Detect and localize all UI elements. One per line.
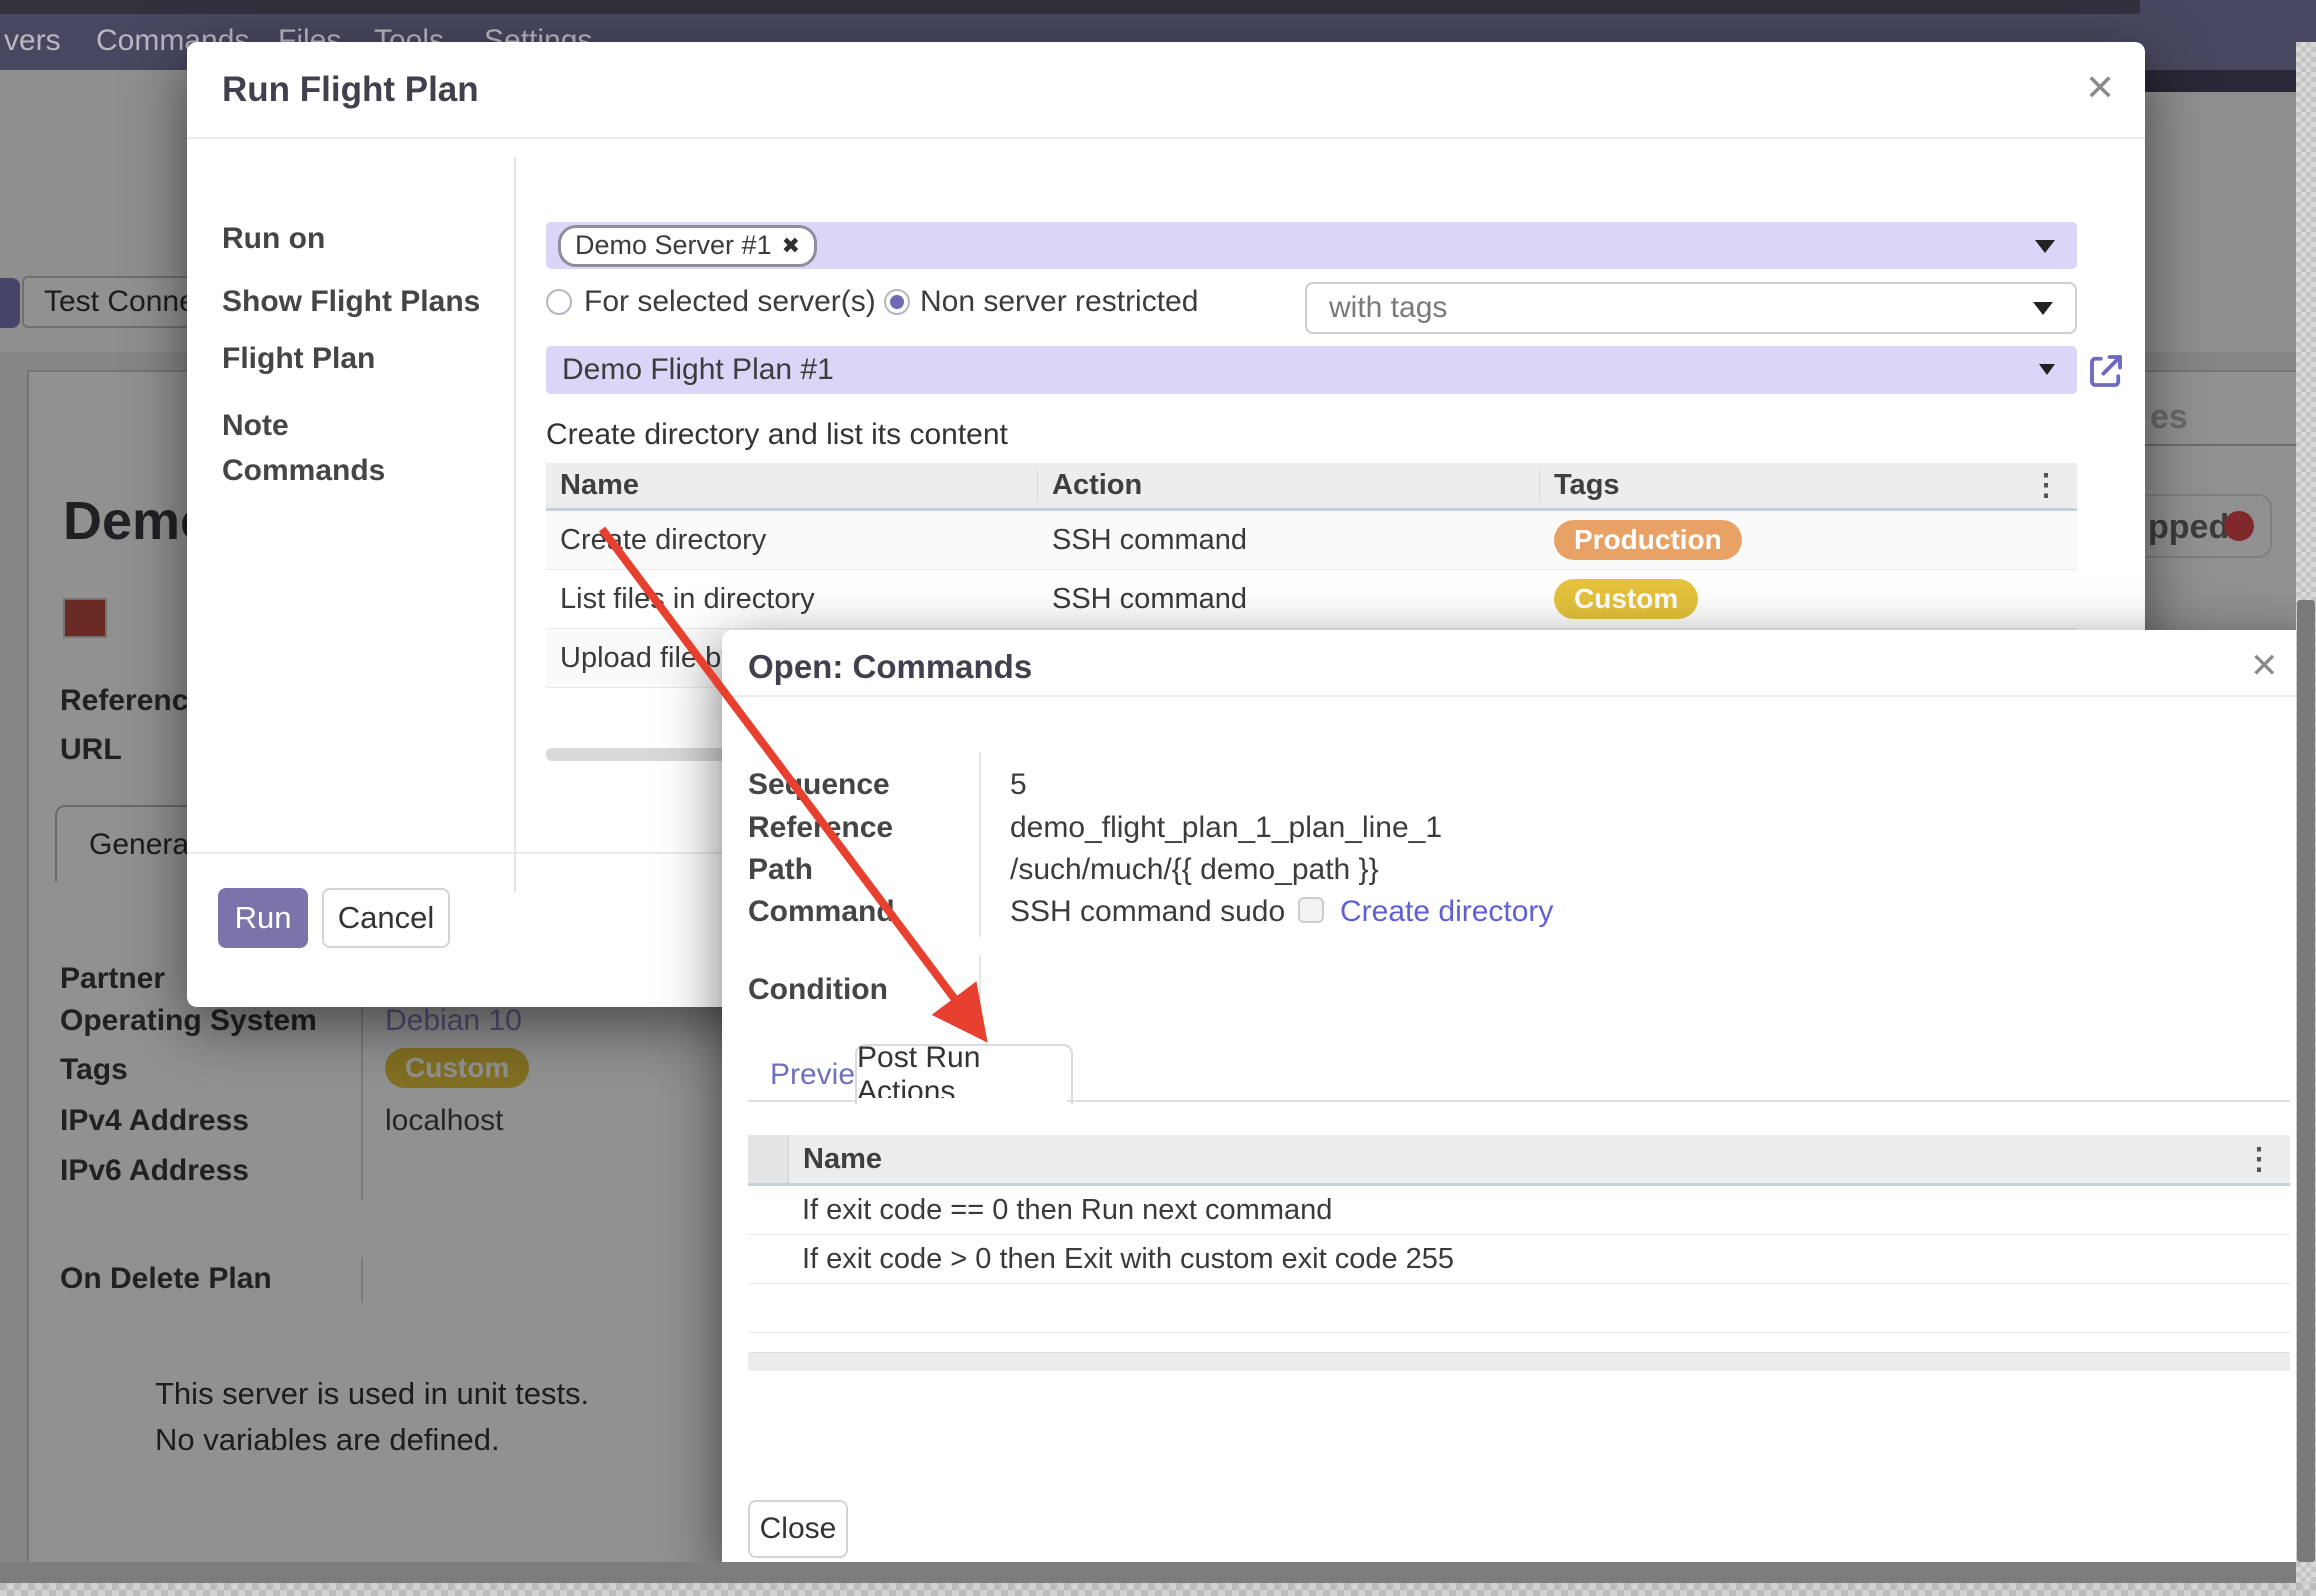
dropdown-caret-icon [2039, 364, 2055, 375]
dropdown-caret-icon [2033, 302, 2053, 315]
tag-badge-custom: Custom [1554, 579, 1698, 619]
sequence-value: 5 [1010, 768, 1027, 802]
kebab-menu-icon[interactable]: ⋮ [2244, 1142, 2290, 1177]
radio-for-selected-servers-label: For selected server(s) [584, 285, 876, 319]
column-header-name[interactable]: Name [789, 1143, 882, 1176]
command-value: SSH command sudo [1010, 895, 1285, 929]
command-label: Command [748, 895, 895, 929]
table-row[interactable]: Create directory SSH command Production [546, 511, 2077, 570]
column-header-tags[interactable]: Tags ⋮ [1540, 468, 2077, 503]
commands-label: Commands [222, 454, 385, 488]
show-flight-plans-label: Show Flight Plans [222, 285, 480, 319]
commands-table-header[interactable]: Name Action Tags ⋮ [546, 463, 2077, 511]
window-bottom-checker [0, 1583, 2316, 1596]
path-label: Path [748, 853, 813, 887]
flight-plan-label: Flight Plan [222, 342, 375, 376]
column-header-action[interactable]: Action [1038, 469, 1540, 502]
close-button[interactable]: Close [748, 1500, 848, 1558]
condition-label: Condition [748, 973, 888, 1007]
modal-title: Open: Commands [748, 648, 1032, 686]
value-column-divider [979, 752, 981, 937]
flight-plan-select[interactable]: Demo Flight Plan #1 [546, 346, 2077, 394]
vertical-scrollbar-thumb[interactable] [2297, 600, 2315, 1562]
value-column-divider [979, 955, 981, 1035]
external-link-icon[interactable] [2085, 350, 2127, 392]
remove-tag-icon[interactable]: ✖ [782, 233, 800, 259]
close-icon[interactable]: ✕ [2250, 646, 2279, 686]
sequence-label: Sequence [748, 768, 890, 802]
navbar-top-edge [0, 0, 2316, 14]
post-run-actions-table: Name ⋮ If exit code == 0 then Run next c… [748, 1135, 2290, 1333]
open-commands-modal: Open: Commands ✕ Sequence 5 Reference de… [722, 630, 2316, 1562]
screen: vers Commands Files Tools Settings Test … [0, 0, 2316, 1596]
note-value: Create directory and list its content [546, 418, 1008, 452]
kebab-menu-icon[interactable]: ⋮ [2031, 468, 2077, 503]
note-label: Note [222, 409, 289, 443]
table-row[interactable]: List files in directory SSH command Cust… [546, 570, 2077, 629]
selector-column[interactable] [748, 1135, 789, 1183]
table-row[interactable]: If exit code > 0 then Exit with custom e… [748, 1235, 2290, 1284]
nav-item-servers[interactable]: vers [4, 24, 61, 58]
reference-value: demo_flight_plan_1_plan_line_1 [1010, 811, 1442, 845]
table-row[interactable]: If exit code == 0 then Run next command [748, 1186, 2290, 1235]
with-tags-select[interactable]: with tags [1305, 282, 2077, 334]
label-column-divider [514, 157, 516, 892]
close-icon[interactable]: ✕ [2085, 67, 2115, 109]
modal-title: Run Flight Plan [222, 70, 479, 110]
run-button[interactable]: Run [218, 888, 308, 948]
reference-label: Reference [748, 811, 893, 845]
path-value: /such/much/{{ demo_path }} [1010, 853, 1379, 887]
radio-non-server-restricted-label: Non server restricted [920, 285, 1198, 319]
cancel-button[interactable]: Cancel [322, 888, 450, 948]
post-run-table-header[interactable]: Name ⋮ [748, 1135, 2290, 1186]
server-tag-pill: Demo Server #1 ✖ [558, 225, 817, 267]
column-header-name[interactable]: Name [546, 469, 1038, 502]
with-tags-placeholder: with tags [1329, 291, 1447, 325]
run-on-label: Run on [222, 222, 325, 256]
window-bottom-edge [0, 1562, 2316, 1583]
tab-post-run-actions[interactable]: Post Run Actions [855, 1044, 1073, 1104]
tag-badge-production: Production [1554, 520, 1742, 560]
flight-plan-value: Demo Flight Plan #1 [562, 353, 834, 387]
sudo-checkbox[interactable] [1298, 897, 1324, 923]
radio-for-selected-servers[interactable] [546, 289, 572, 315]
server-tag-label: Demo Server #1 [575, 230, 772, 261]
run-on-multiselect[interactable]: Demo Server #1 ✖ [546, 222, 2077, 269]
horizontal-scrollbar[interactable] [748, 1352, 2290, 1371]
radio-non-server-restricted[interactable] [884, 289, 910, 315]
create-directory-link[interactable]: Create directory [1340, 895, 1553, 929]
dropdown-caret-icon[interactable] [2035, 240, 2055, 253]
tab-active-mask [857, 1098, 1067, 1102]
empty-row [748, 1284, 2290, 1333]
